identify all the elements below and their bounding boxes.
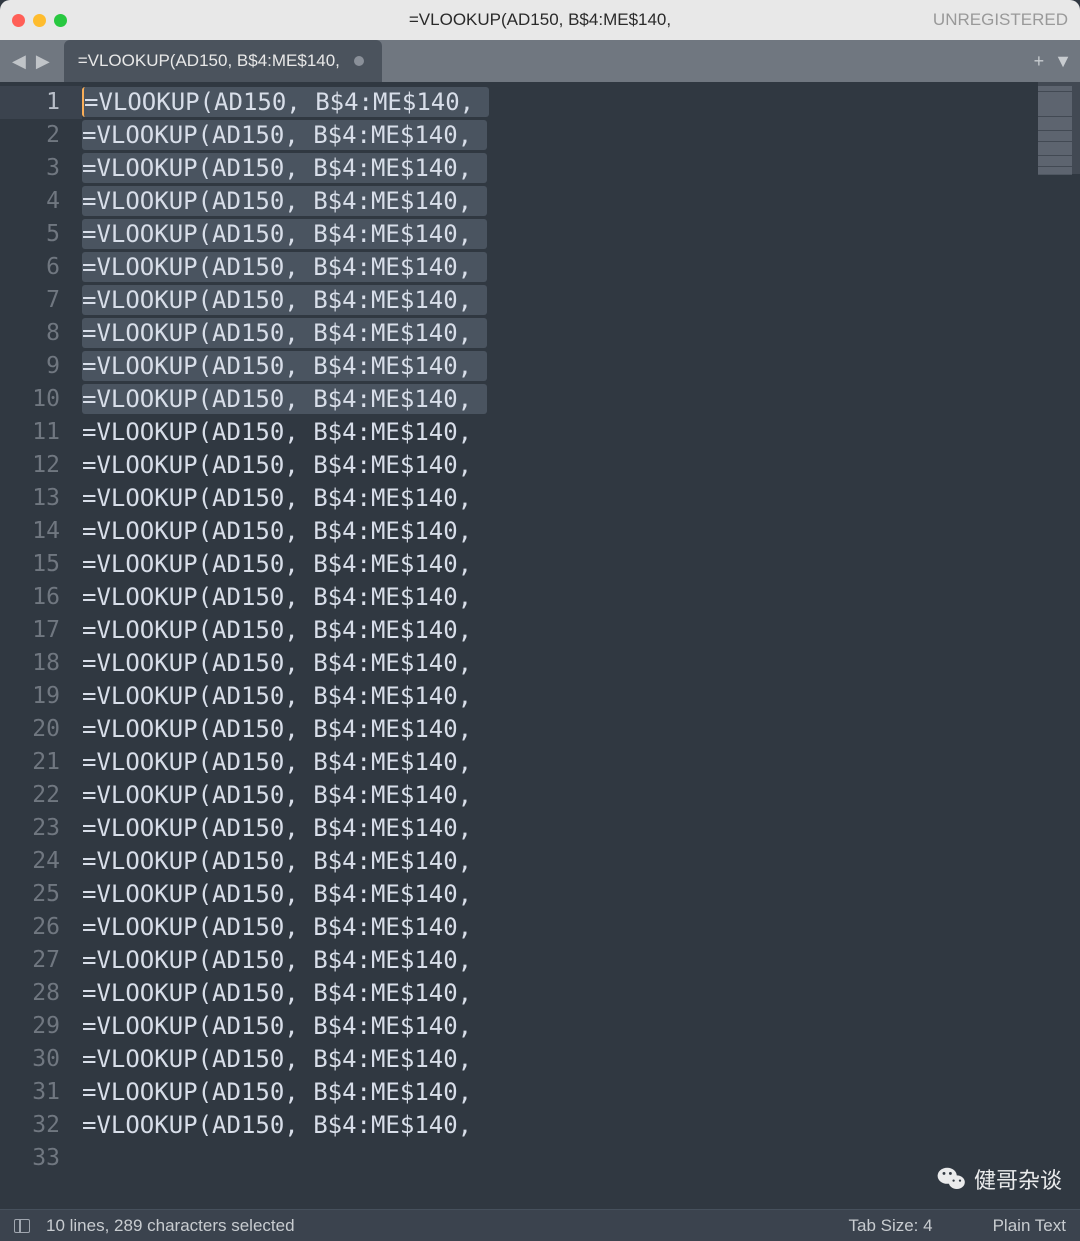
code-line[interactable]: =VLOOKUP(AD150, B$4:ME$140,	[82, 350, 1080, 383]
line-number[interactable]: 1	[0, 86, 82, 119]
status-selection: 10 lines, 289 characters selected	[46, 1216, 295, 1236]
minimize-window-button[interactable]	[33, 14, 46, 27]
code-line[interactable]: =VLOOKUP(AD150, B$4:ME$140,	[82, 482, 1080, 515]
line-number[interactable]: 10	[0, 383, 82, 416]
line-number[interactable]: 26	[0, 911, 82, 944]
code-line[interactable]: =VLOOKUP(AD150, B$4:ME$140,	[82, 185, 1080, 218]
window-controls	[12, 14, 67, 27]
tab-bar: ◀ ▶ =VLOOKUP(AD150, B$4:ME$140, + ▼	[0, 40, 1080, 82]
file-tab[interactable]: =VLOOKUP(AD150, B$4:ME$140,	[64, 40, 382, 82]
line-number[interactable]: 9	[0, 350, 82, 383]
line-number[interactable]: 6	[0, 251, 82, 284]
code-line[interactable]	[82, 1142, 1080, 1175]
line-number[interactable]: 33	[0, 1142, 82, 1175]
code-line[interactable]: =VLOOKUP(AD150, B$4:ME$140,	[82, 878, 1080, 911]
line-number[interactable]: 7	[0, 284, 82, 317]
line-number[interactable]: 18	[0, 647, 82, 680]
line-number[interactable]: 24	[0, 845, 82, 878]
code-line[interactable]: =VLOOKUP(AD150, B$4:ME$140,	[82, 515, 1080, 548]
window-title: =VLOOKUP(AD150, B$4:ME$140,	[409, 10, 671, 30]
code-line[interactable]: =VLOOKUP(AD150, B$4:ME$140,	[82, 1043, 1080, 1076]
code-area[interactable]: =VLOOKUP(AD150, B$4:ME$140, =VLOOKUP(AD1…	[82, 82, 1080, 1209]
code-line[interactable]: =VLOOKUP(AD150, B$4:ME$140,	[82, 944, 1080, 977]
code-line[interactable]: =VLOOKUP(AD150, B$4:ME$140,	[82, 614, 1080, 647]
code-line[interactable]: =VLOOKUP(AD150, B$4:ME$140,	[82, 1109, 1080, 1142]
code-line[interactable]: =VLOOKUP(AD150, B$4:ME$140,	[82, 746, 1080, 779]
line-number[interactable]: 5	[0, 218, 82, 251]
status-tab-size[interactable]: Tab Size: 4	[848, 1216, 932, 1236]
code-line[interactable]: =VLOOKUP(AD150, B$4:ME$140,	[82, 284, 1080, 317]
code-line[interactable]: =VLOOKUP(AD150, B$4:ME$140,	[82, 251, 1080, 284]
line-number[interactable]: 31	[0, 1076, 82, 1109]
tabbar-right: + ▼	[1034, 51, 1072, 72]
line-number[interactable]: 12	[0, 449, 82, 482]
code-line[interactable]: =VLOOKUP(AD150, B$4:ME$140,	[82, 416, 1080, 449]
line-number[interactable]: 17	[0, 614, 82, 647]
watermark: 健哥杂谈	[936, 1163, 1062, 1195]
code-line[interactable]: =VLOOKUP(AD150, B$4:ME$140,	[82, 119, 1080, 152]
status-bar: 10 lines, 289 characters selected Tab Si…	[0, 1209, 1080, 1241]
code-line[interactable]: =VLOOKUP(AD150, B$4:ME$140,	[82, 86, 1080, 119]
line-number[interactable]: 21	[0, 746, 82, 779]
maximize-window-button[interactable]	[54, 14, 67, 27]
code-line[interactable]: =VLOOKUP(AD150, B$4:ME$140,	[82, 152, 1080, 185]
line-number[interactable]: 28	[0, 977, 82, 1010]
code-line[interactable]: =VLOOKUP(AD150, B$4:ME$140,	[82, 779, 1080, 812]
code-line[interactable]: =VLOOKUP(AD150, B$4:ME$140,	[82, 548, 1080, 581]
registration-status: UNREGISTERED	[933, 10, 1068, 30]
editor: 1234567891011121314151617181920212223242…	[0, 82, 1080, 1209]
code-line[interactable]: =VLOOKUP(AD150, B$4:ME$140,	[82, 449, 1080, 482]
line-number[interactable]: 20	[0, 713, 82, 746]
tab-nav: ◀ ▶	[8, 49, 54, 74]
line-number[interactable]: 22	[0, 779, 82, 812]
line-number[interactable]: 16	[0, 581, 82, 614]
code-line[interactable]: =VLOOKUP(AD150, B$4:ME$140,	[82, 977, 1080, 1010]
code-line[interactable]: =VLOOKUP(AD150, B$4:ME$140,	[82, 581, 1080, 614]
code-line[interactable]: =VLOOKUP(AD150, B$4:ME$140,	[82, 680, 1080, 713]
close-window-button[interactable]	[12, 14, 25, 27]
line-number[interactable]: 8	[0, 317, 82, 350]
line-number[interactable]: 27	[0, 944, 82, 977]
code-line[interactable]: =VLOOKUP(AD150, B$4:ME$140,	[82, 1076, 1080, 1109]
line-number[interactable]: 19	[0, 680, 82, 713]
line-number[interactable]: 2	[0, 119, 82, 152]
line-number[interactable]: 3	[0, 152, 82, 185]
code-line[interactable]: =VLOOKUP(AD150, B$4:ME$140,	[82, 1010, 1080, 1043]
watermark-text: 健哥杂谈	[974, 1163, 1062, 1195]
tab-dirty-indicator-icon	[354, 56, 364, 66]
line-number[interactable]: 29	[0, 1010, 82, 1043]
line-number-gutter[interactable]: 1234567891011121314151617181920212223242…	[0, 82, 82, 1209]
line-number[interactable]: 13	[0, 482, 82, 515]
code-line[interactable]: =VLOOKUP(AD150, B$4:ME$140,	[82, 383, 1080, 416]
code-line[interactable]: =VLOOKUP(AD150, B$4:ME$140,	[82, 713, 1080, 746]
panel-toggle-icon[interactable]	[14, 1219, 30, 1233]
code-line[interactable]: =VLOOKUP(AD150, B$4:ME$140,	[82, 317, 1080, 350]
code-line[interactable]: =VLOOKUP(AD150, B$4:ME$140,	[82, 812, 1080, 845]
line-number[interactable]: 23	[0, 812, 82, 845]
titlebar: =VLOOKUP(AD150, B$4:ME$140, UNREGISTERED	[0, 0, 1080, 40]
nav-forward-icon[interactable]: ▶	[32, 49, 54, 74]
line-number[interactable]: 15	[0, 548, 82, 581]
status-syntax[interactable]: Plain Text	[993, 1216, 1066, 1236]
line-number[interactable]: 14	[0, 515, 82, 548]
line-number[interactable]: 30	[0, 1043, 82, 1076]
line-number[interactable]: 32	[0, 1109, 82, 1142]
nav-back-icon[interactable]: ◀	[8, 49, 30, 74]
wechat-icon	[936, 1163, 968, 1195]
tab-dropdown-icon[interactable]: ▼	[1054, 51, 1072, 72]
line-number[interactable]: 25	[0, 878, 82, 911]
code-line[interactable]: =VLOOKUP(AD150, B$4:ME$140,	[82, 218, 1080, 251]
new-tab-icon[interactable]: +	[1034, 51, 1045, 72]
code-line[interactable]: =VLOOKUP(AD150, B$4:ME$140,	[82, 845, 1080, 878]
minimap-viewport[interactable]	[1038, 82, 1080, 174]
tab-label: =VLOOKUP(AD150, B$4:ME$140,	[78, 51, 340, 71]
line-number[interactable]: 11	[0, 416, 82, 449]
code-line[interactable]: =VLOOKUP(AD150, B$4:ME$140,	[82, 647, 1080, 680]
line-number[interactable]: 4	[0, 185, 82, 218]
code-line[interactable]: =VLOOKUP(AD150, B$4:ME$140,	[82, 911, 1080, 944]
